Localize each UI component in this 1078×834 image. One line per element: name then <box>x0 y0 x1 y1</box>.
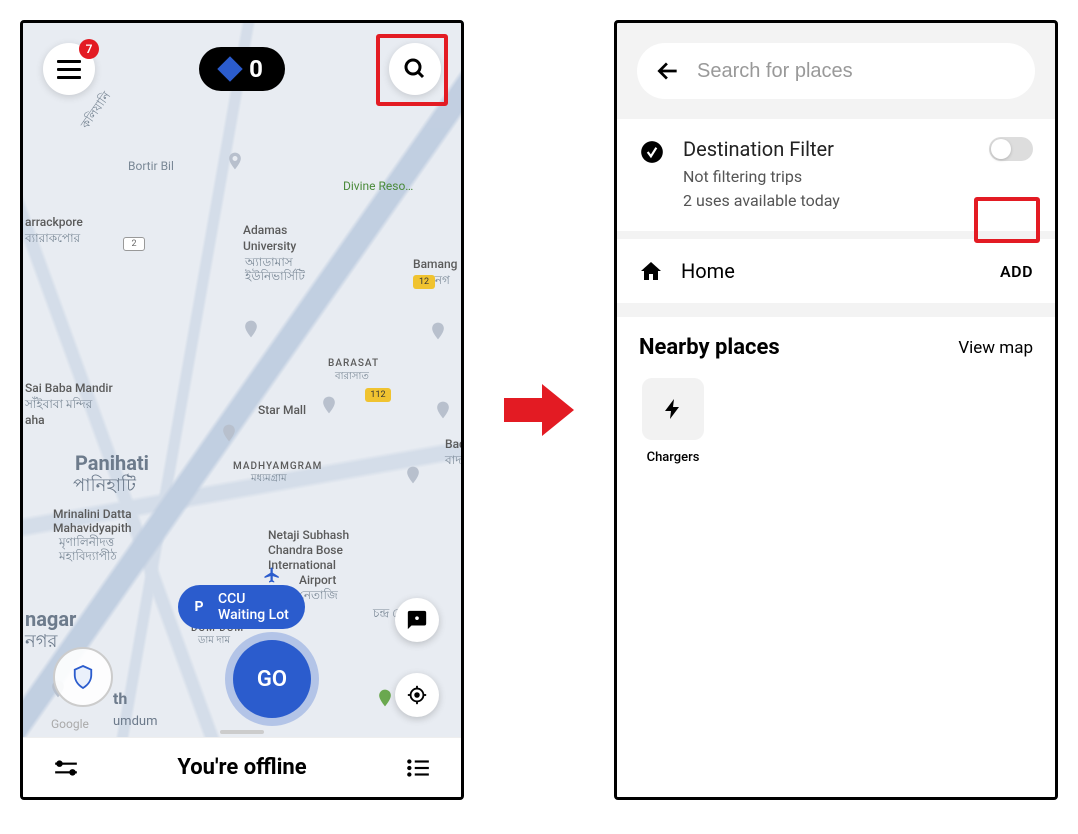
map-pin-icon <box>428 321 448 341</box>
drag-handle[interactable] <box>220 730 264 734</box>
driver-app-map-screen: Bortir Bil Divine Reso… arrackpore ব্যার… <box>20 20 464 800</box>
search-bar[interactable] <box>637 43 1035 99</box>
filter-sub1: Not filtering trips <box>683 165 971 189</box>
search-icon <box>403 57 427 81</box>
locate-fab[interactable] <box>395 673 439 717</box>
ccu-line2: Waiting Lot <box>218 607 289 623</box>
nearby-section: Nearby places View map Chargers <box>617 317 1055 797</box>
airplane-icon <box>263 566 281 584</box>
bottom-status-bar[interactable]: You're offline <box>23 737 461 797</box>
home-icon <box>639 259 663 283</box>
destination-filter-row: Destination Filter Not filtering trips 2… <box>617 119 1055 231</box>
map-pin-icon <box>219 423 239 443</box>
chargers-card[interactable]: Chargers <box>639 378 707 465</box>
parking-icon: P <box>188 596 210 618</box>
notification-badge: 7 <box>79 39 99 59</box>
filter-toggle[interactable] <box>989 137 1033 161</box>
points-pill[interactable]: 0 <box>199 47 285 91</box>
map-pin-icon <box>241 319 261 339</box>
chat-fab[interactable] <box>395 598 439 642</box>
nearby-title: Nearby places <box>639 335 780 360</box>
ccu-line1: CCU <box>218 591 289 607</box>
waiting-lot-pill[interactable]: P CCU Waiting Lot <box>178 585 305 629</box>
safety-button[interactable] <box>53 647 113 707</box>
menu-button[interactable]: 7 <box>43 43 95 95</box>
go-button[interactable]: GO <box>233 640 311 718</box>
preferences-icon[interactable] <box>53 755 79 781</box>
route-shield: 2 <box>123 237 145 251</box>
filter-sub2: 2 uses available today <box>683 189 971 213</box>
hamburger-icon <box>57 60 81 79</box>
crosshair-icon <box>406 684 428 706</box>
map-pin-icon <box>375 688 395 708</box>
go-label: GO <box>257 667 287 692</box>
list-icon[interactable] <box>405 755 431 781</box>
transition-arrow <box>504 380 574 440</box>
map-pin-icon <box>225 151 245 171</box>
add-home-button[interactable]: ADD <box>1000 262 1033 281</box>
back-arrow-icon[interactable] <box>655 58 681 84</box>
bolt-icon <box>661 397 685 421</box>
points-count: 0 <box>249 55 263 83</box>
view-map-link[interactable]: View map <box>958 338 1033 358</box>
shield-icon <box>72 664 94 690</box>
map-pin-icon <box>319 395 339 415</box>
search-places-screen: Destination Filter Not filtering trips 2… <box>614 20 1058 800</box>
search-input[interactable] <box>697 60 1017 83</box>
status-text: You're offline <box>177 755 306 780</box>
chat-icon <box>406 609 428 631</box>
home-row[interactable]: Home ADD <box>617 239 1055 303</box>
search-button[interactable] <box>389 43 441 95</box>
route-shield: 112 <box>365 388 391 402</box>
map-pin-icon <box>403 465 423 485</box>
diamond-icon <box>217 56 242 81</box>
map-pin-icon <box>433 400 453 420</box>
arrow-right-icon <box>504 380 574 440</box>
home-label: Home <box>681 259 982 283</box>
route-shield: 12 <box>413 275 435 289</box>
chargers-label: Chargers <box>647 450 700 465</box>
destination-icon <box>639 139 665 165</box>
filter-title: Destination Filter <box>683 137 971 161</box>
